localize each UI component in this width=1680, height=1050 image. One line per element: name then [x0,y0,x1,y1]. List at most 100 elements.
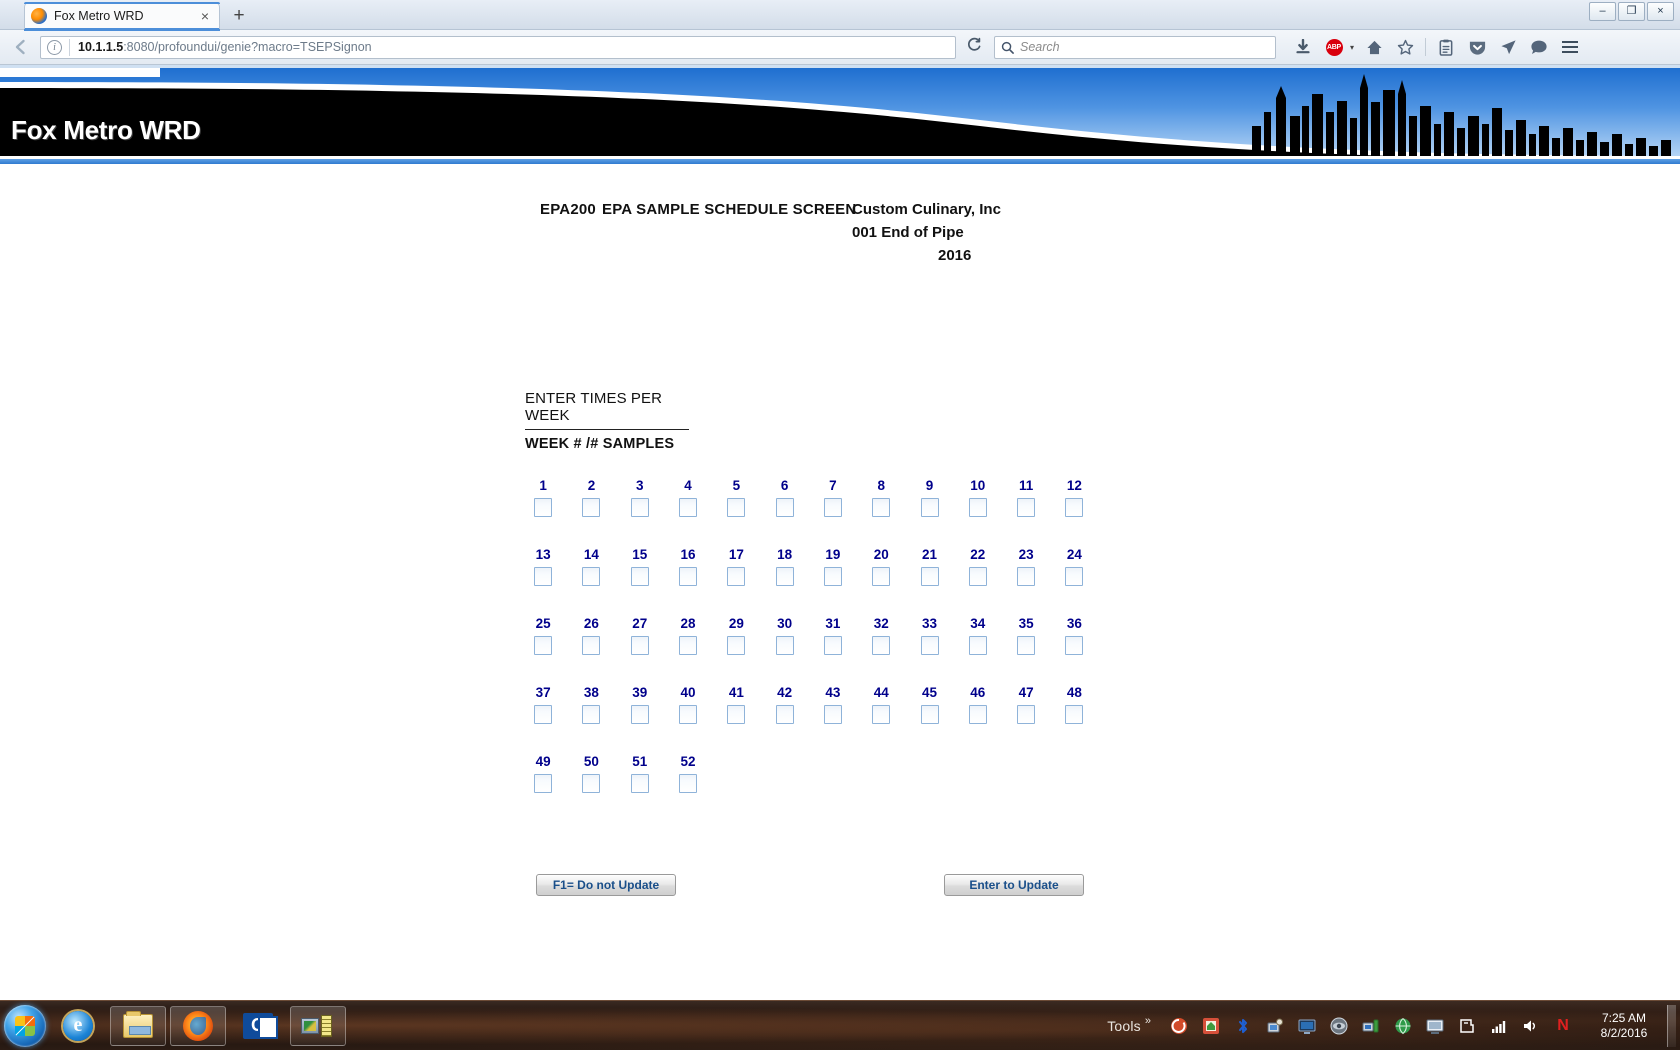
taskbar-firefox[interactable] [170,1005,226,1046]
week-samples-input[interactable] [968,636,987,655]
week-samples-input[interactable] [630,705,649,724]
week-samples-input[interactable] [534,636,553,655]
do-not-update-button[interactable]: F1= Do not Update [536,874,676,896]
maximize-button[interactable]: ❐ [1618,2,1645,21]
taskbar-outlook[interactable]: O [230,1006,286,1046]
downloads-icon[interactable] [1292,36,1314,58]
week-cell: 21 [905,545,953,614]
week-samples-input[interactable] [872,498,891,517]
week-samples-input[interactable] [968,705,987,724]
network-share-tray-icon[interactable] [1264,1015,1286,1037]
week-samples-input[interactable] [630,498,649,517]
enter-to-update-button[interactable]: Enter to Update [944,874,1084,896]
week-samples-input[interactable] [775,636,794,655]
week-samples-input[interactable] [534,774,553,793]
wifi-signal-icon[interactable] [1488,1015,1510,1037]
week-samples-input[interactable] [872,567,891,586]
bluetooth-tray-icon[interactable] [1232,1015,1254,1037]
site-info-icon[interactable]: i [47,39,62,55]
week-samples-input[interactable] [582,774,601,793]
week-samples-input[interactable] [582,636,601,655]
week-samples-input[interactable] [968,567,987,586]
chat-icon[interactable] [1528,36,1550,58]
url-bar[interactable]: i 10.1.1.5:8080/profoundui/genie?macro=T… [40,35,956,59]
week-number-label: 9 [925,478,934,493]
adblock-plus-icon[interactable]: ABP [1323,36,1345,58]
week-cell: 17 [712,545,760,614]
minimize-button[interactable]: – [1589,2,1616,21]
week-samples-input[interactable] [630,636,649,655]
week-samples-input[interactable] [1065,636,1084,655]
home-icon[interactable] [1363,36,1385,58]
menu-button[interactable] [1559,36,1581,58]
week-samples-input[interactable] [727,567,746,586]
battery-device-tray-icon[interactable] [1360,1015,1382,1037]
week-samples-input[interactable] [534,567,553,586]
safety-tray-icon[interactable] [1328,1015,1350,1037]
volume-icon[interactable] [1520,1015,1542,1037]
week-samples-input[interactable] [582,567,601,586]
week-samples-input[interactable] [727,636,746,655]
week-samples-input[interactable] [582,498,601,517]
week-samples-input[interactable] [1017,498,1036,517]
send-tab-icon[interactable] [1497,36,1519,58]
week-samples-input[interactable] [630,567,649,586]
printer-tray-icon[interactable] [1200,1015,1222,1037]
search-bar[interactable]: Search [994,35,1276,59]
week-samples-input[interactable] [775,498,794,517]
week-samples-input[interactable] [1065,705,1084,724]
show-hidden-icons-button[interactable]: » [1145,1015,1151,1027]
week-samples-input[interactable] [582,705,601,724]
remote-desktop-tray-icon[interactable] [1424,1015,1446,1037]
week-samples-input[interactable] [920,705,939,724]
reload-icon[interactable] [960,37,988,57]
week-samples-input[interactable] [968,498,987,517]
taskbar-internet-explorer[interactable]: e [50,1006,106,1046]
week-samples-input[interactable] [727,498,746,517]
browser-tab[interactable]: Fox Metro WRD × [24,2,220,29]
display-tray-icon[interactable] [1296,1015,1318,1037]
week-samples-input[interactable] [872,705,891,724]
taskbar-file-explorer[interactable] [110,1005,166,1046]
week-samples-input[interactable] [872,636,891,655]
network-globe-tray-icon[interactable] [1392,1015,1414,1037]
close-tab-icon[interactable]: × [197,9,213,23]
new-tab-button[interactable]: + [226,5,252,29]
start-button[interactable] [4,1004,46,1047]
week-samples-input[interactable] [727,705,746,724]
week-samples-input[interactable] [920,636,939,655]
week-samples-input[interactable] [630,774,649,793]
library-icon[interactable] [1435,36,1457,58]
week-samples-input[interactable] [823,636,842,655]
week-samples-input[interactable] [679,567,698,586]
close-window-button[interactable]: × [1647,2,1674,21]
taskbar-terminal-emulator[interactable] [290,1005,346,1046]
week-samples-input[interactable] [534,705,553,724]
show-desktop-button[interactable] [1667,1004,1676,1047]
clock[interactable]: 7:25 AM 8/2/2016 [1589,1011,1659,1041]
week-samples-input[interactable] [1017,567,1036,586]
week-samples-input[interactable] [679,498,698,517]
week-samples-input[interactable] [775,705,794,724]
week-samples-input[interactable] [823,498,842,517]
week-samples-input[interactable] [1065,567,1084,586]
week-samples-input[interactable] [823,567,842,586]
banner-skyline-graphic [0,68,1680,156]
week-samples-input[interactable] [920,498,939,517]
week-samples-input[interactable] [1065,498,1084,517]
week-samples-input[interactable] [679,705,698,724]
ccleaner-tray-icon[interactable] [1168,1015,1190,1037]
week-samples-input[interactable] [534,498,553,517]
week-samples-input[interactable] [1017,636,1036,655]
week-samples-input[interactable] [1017,705,1036,724]
pocket-icon[interactable] [1466,36,1488,58]
week-samples-input[interactable] [823,705,842,724]
week-samples-input[interactable] [920,567,939,586]
action-center-tray-icon[interactable] [1456,1015,1478,1037]
week-samples-input[interactable] [775,567,794,586]
bookmark-star-icon[interactable] [1394,36,1416,58]
back-button[interactable] [8,34,34,60]
week-samples-input[interactable] [679,774,698,793]
chevron-down-icon[interactable]: ▾ [1350,43,1354,52]
week-samples-input[interactable] [679,636,698,655]
